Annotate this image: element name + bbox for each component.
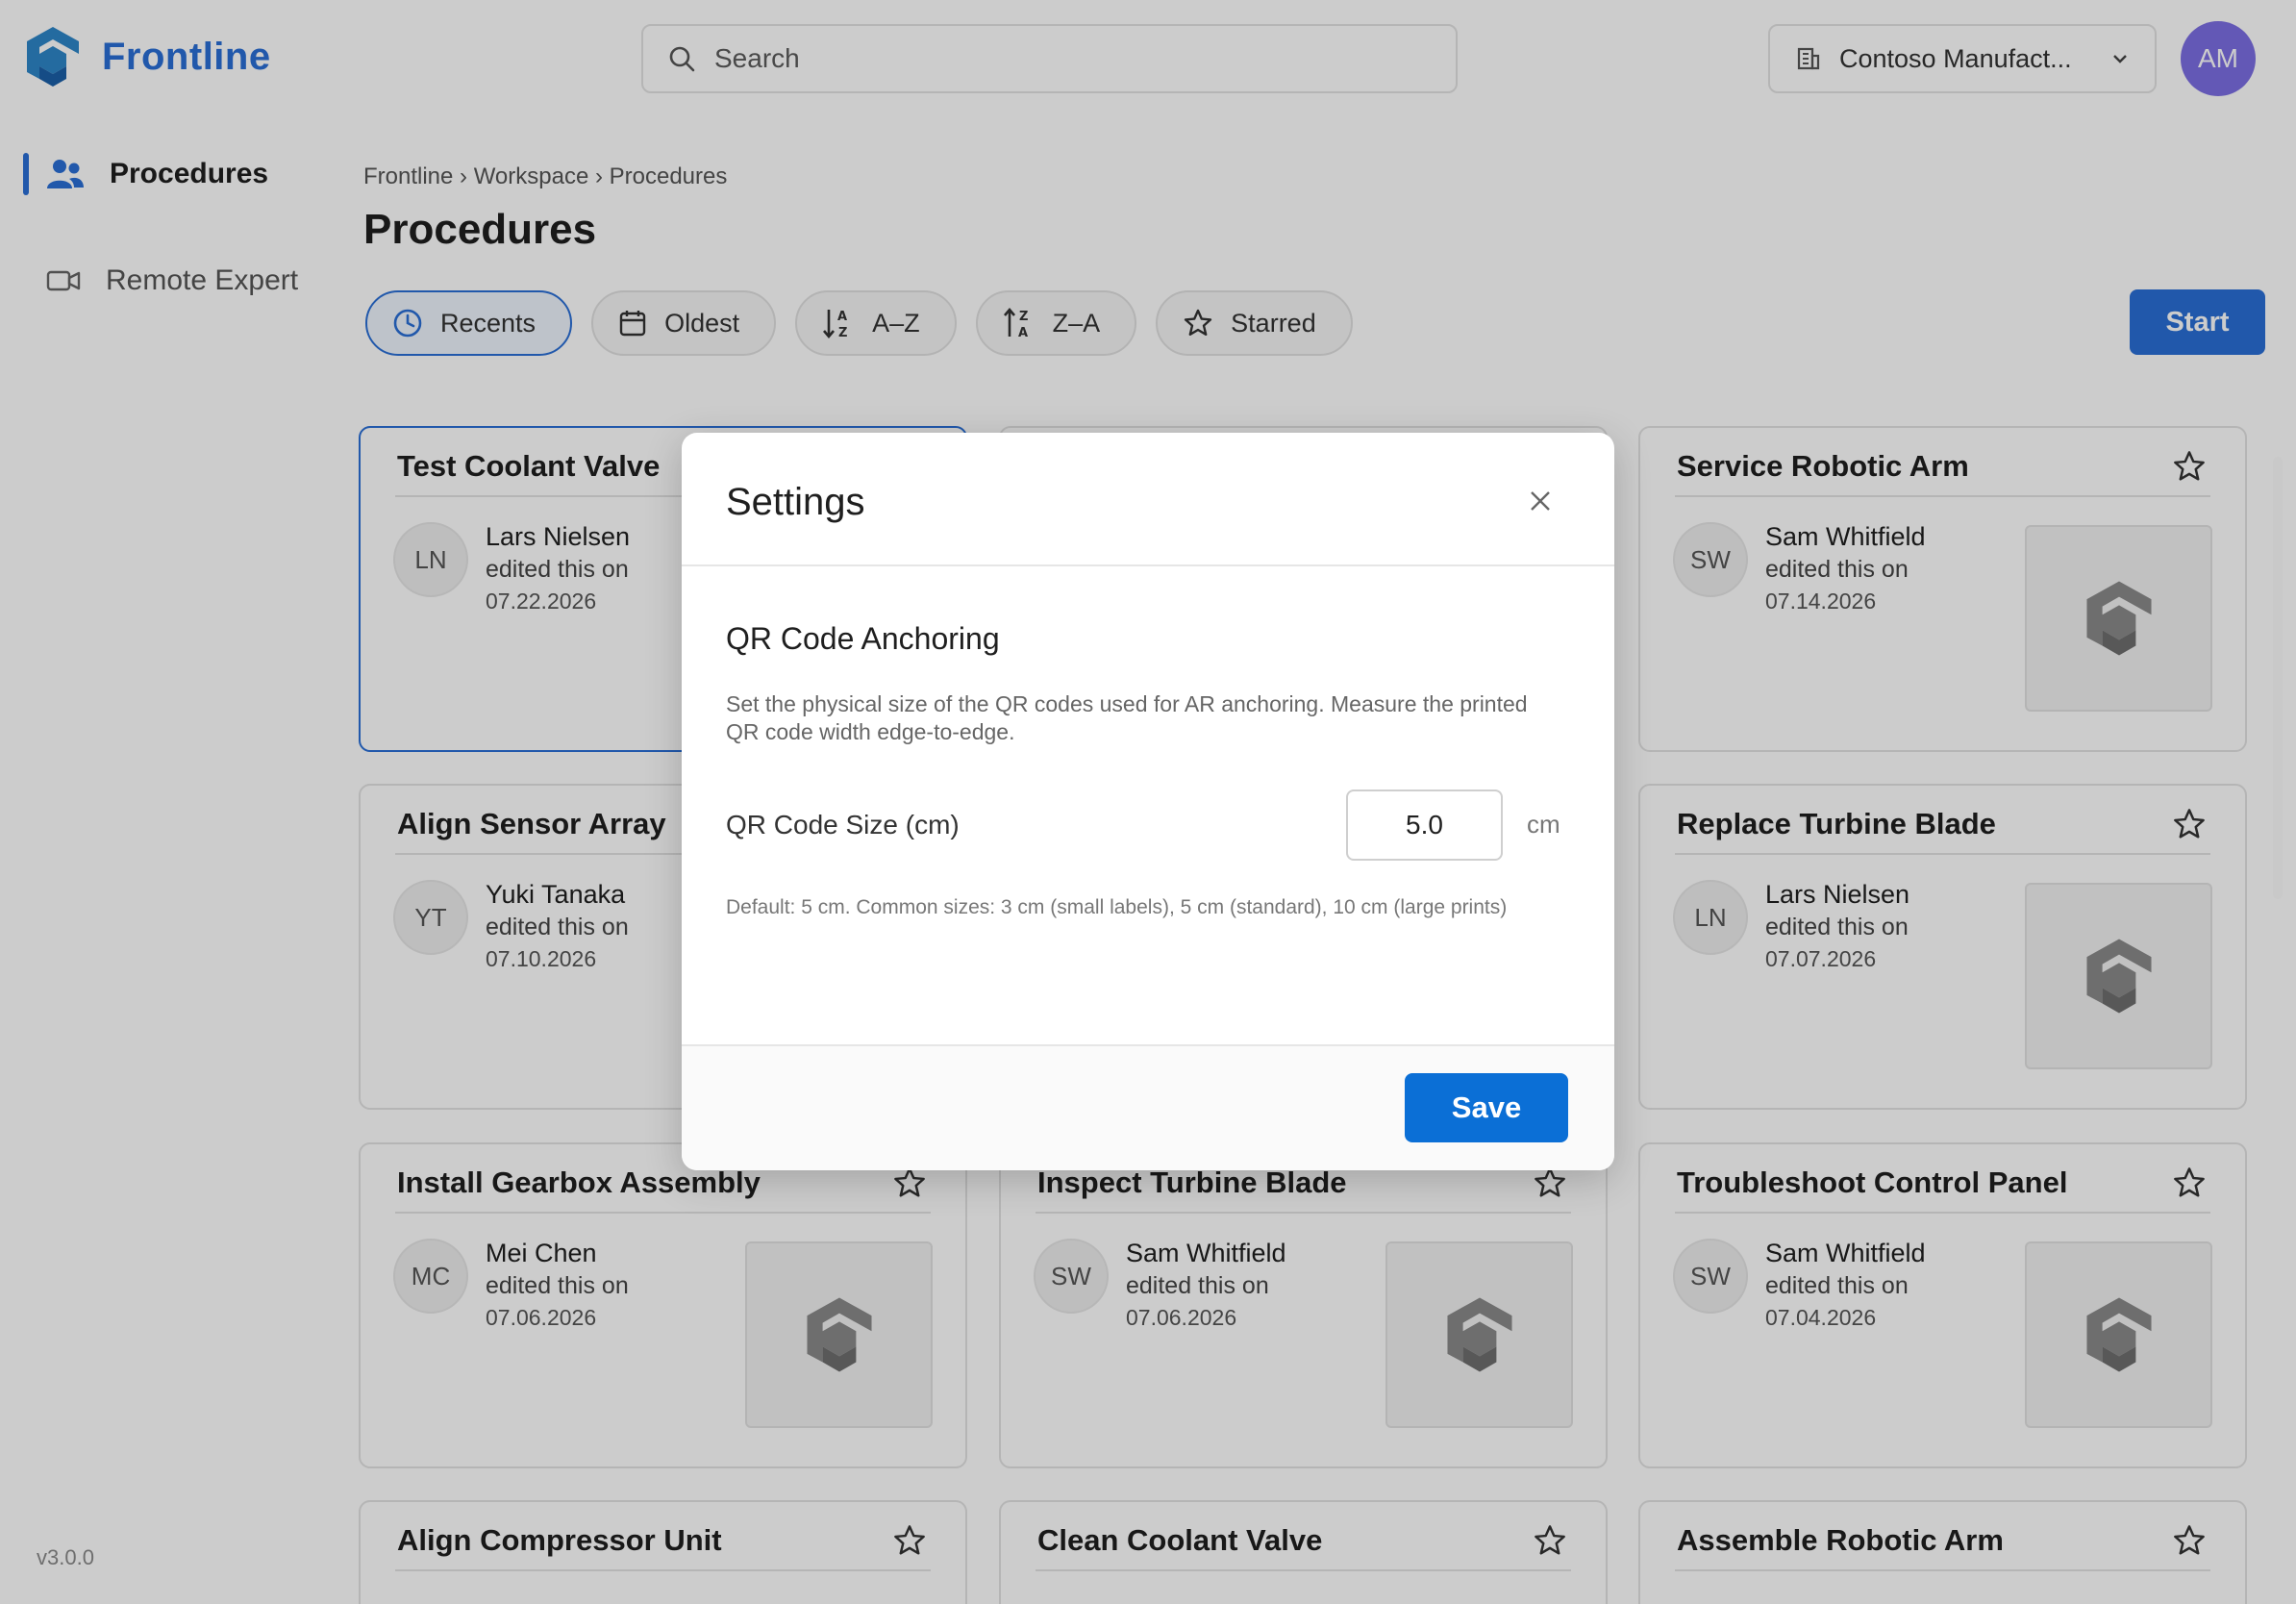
close-icon [1531,491,1550,511]
dialog-divider [682,1044,1614,1046]
qr-size-label: QR Code Size (cm) [726,810,960,840]
help-text: Default: 5 cm. Common sizes: 3 cm (small… [726,896,1508,918]
dialog-divider [682,564,1614,566]
save-button[interactable]: Save [1405,1073,1568,1142]
close-button[interactable] [1526,487,1555,515]
qr-size-input[interactable] [1346,789,1503,861]
settings-dialog: Settings QR Code Anchoring Set the physi… [682,433,1614,1170]
unit-label: cm [1527,810,1560,839]
scrollbar[interactable] [2273,457,2283,899]
section-description: Set the physical size of the QR codes us… [726,691,1528,744]
dialog-title: Settings [726,481,865,523]
section-title: QR Code Anchoring [726,621,1000,656]
